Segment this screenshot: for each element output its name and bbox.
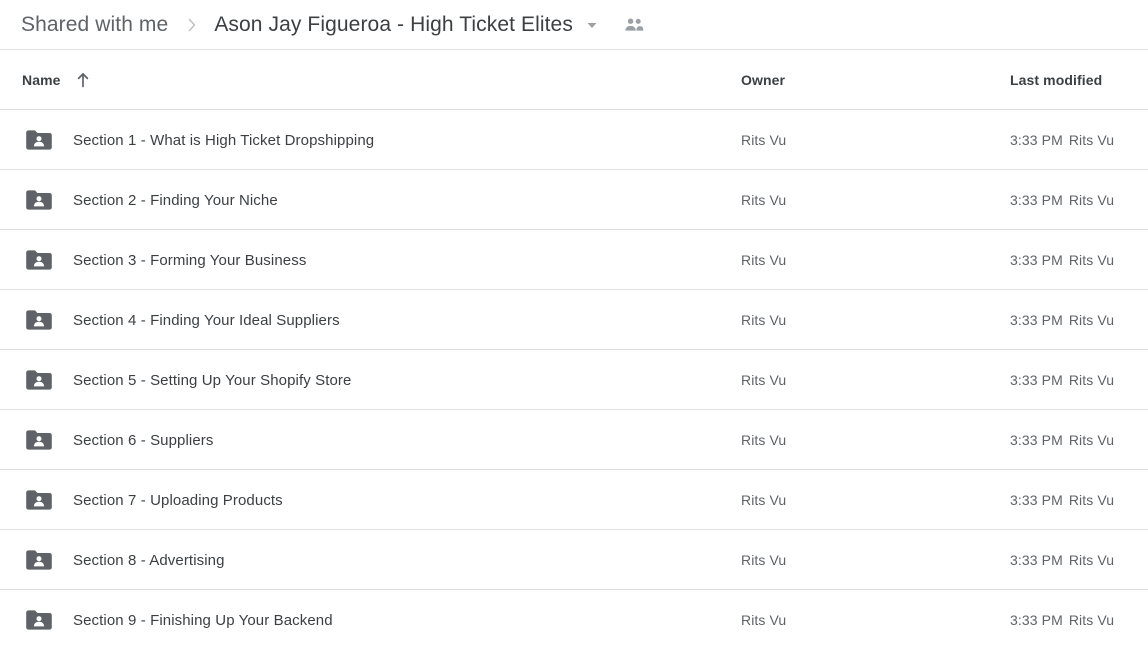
table-row[interactable]: Section 3 - Forming Your Business Rits V… bbox=[0, 230, 1148, 290]
file-last-modified: 3:33 PM Rits Vu bbox=[1010, 290, 1114, 350]
file-name[interactable]: Section 9 - Finishing Up Your Backend bbox=[73, 590, 333, 650]
file-modified-time: 3:33 PM bbox=[1010, 372, 1063, 388]
file-last-modified: 3:33 PM Rits Vu bbox=[1010, 530, 1114, 590]
people-shared-icon[interactable] bbox=[623, 16, 645, 34]
table-row[interactable]: Section 5 - Setting Up Your Shopify Stor… bbox=[0, 350, 1148, 410]
file-name[interactable]: Section 1 - What is High Ticket Dropship… bbox=[73, 110, 374, 170]
file-owner: Rits Vu bbox=[741, 372, 787, 388]
table-column-headers: Name Owner Last modified bbox=[0, 50, 1148, 110]
file-modified-by: Rits Vu bbox=[1068, 432, 1115, 448]
column-header-last-modified[interactable]: Last modified bbox=[1010, 50, 1102, 110]
file-last-modified: 3:33 PM Rits Vu bbox=[1010, 350, 1114, 410]
file-owner: Rits Vu bbox=[741, 492, 787, 508]
file-modified-by: Rits Vu bbox=[1068, 192, 1115, 208]
file-modified-time: 3:33 PM bbox=[1010, 612, 1063, 628]
file-owner: Rits Vu bbox=[741, 132, 787, 148]
file-modified-time: 3:33 PM bbox=[1010, 252, 1063, 268]
breadcrumb: Shared with me Ason Jay Figueroa - High … bbox=[0, 0, 1148, 50]
shared-folder-icon bbox=[24, 410, 54, 470]
table-row[interactable]: Section 9 - Finishing Up Your Backend Ri… bbox=[0, 590, 1148, 650]
file-owner: Rits Vu bbox=[741, 252, 787, 268]
file-name[interactable]: Section 3 - Forming Your Business bbox=[73, 230, 306, 290]
column-header-name-label: Name bbox=[22, 72, 61, 88]
table-row[interactable]: Section 7 - Uploading Products Rits Vu 3… bbox=[0, 470, 1148, 530]
table-row[interactable]: Section 1 - What is High Ticket Dropship… bbox=[0, 110, 1148, 170]
file-owner: Rits Vu bbox=[741, 612, 787, 628]
file-last-modified: 3:33 PM Rits Vu bbox=[1010, 230, 1114, 290]
table-row[interactable]: Section 2 - Finding Your Niche Rits Vu 3… bbox=[0, 170, 1148, 230]
file-name[interactable]: Section 4 - Finding Your Ideal Suppliers bbox=[73, 290, 340, 350]
file-modified-by: Rits Vu bbox=[1068, 492, 1115, 508]
shared-folder-icon bbox=[24, 170, 54, 230]
column-header-owner[interactable]: Owner bbox=[741, 50, 785, 110]
shared-folder-icon bbox=[24, 590, 54, 650]
file-modified-time: 3:33 PM bbox=[1010, 492, 1063, 508]
file-modified-by: Rits Vu bbox=[1068, 252, 1115, 268]
file-name[interactable]: Section 8 - Advertising bbox=[73, 530, 225, 590]
file-modified-time: 3:33 PM bbox=[1010, 192, 1063, 208]
shared-folder-icon bbox=[24, 530, 54, 590]
file-name[interactable]: Section 7 - Uploading Products bbox=[73, 470, 283, 530]
file-modified-by: Rits Vu bbox=[1068, 312, 1115, 328]
chevron-down-icon[interactable] bbox=[585, 18, 599, 32]
file-last-modified: 3:33 PM Rits Vu bbox=[1010, 470, 1114, 530]
file-modified-time: 3:33 PM bbox=[1010, 312, 1063, 328]
file-name[interactable]: Section 2 - Finding Your Niche bbox=[73, 170, 278, 230]
shared-folder-icon bbox=[24, 350, 54, 410]
file-modified-by: Rits Vu bbox=[1068, 372, 1115, 388]
column-header-last-modified-label: Last modified bbox=[1010, 72, 1103, 88]
file-modified-time: 3:33 PM bbox=[1010, 432, 1063, 448]
file-modified-by: Rits Vu bbox=[1068, 552, 1115, 568]
table-row[interactable]: Section 4 - Finding Your Ideal Suppliers… bbox=[0, 290, 1148, 350]
file-owner: Rits Vu bbox=[741, 552, 787, 568]
table-row[interactable]: Section 8 - Advertising Rits Vu 3:33 PM … bbox=[0, 530, 1148, 590]
shared-folder-icon bbox=[24, 290, 54, 350]
shared-folder-icon bbox=[24, 110, 54, 170]
file-owner: Rits Vu bbox=[741, 432, 787, 448]
file-modified-by: Rits Vu bbox=[1068, 132, 1115, 148]
chevron-right-icon bbox=[184, 17, 200, 33]
column-header-owner-label: Owner bbox=[741, 72, 786, 88]
shared-folder-icon bbox=[24, 470, 54, 530]
file-owner: Rits Vu bbox=[741, 192, 787, 208]
breadcrumb-parent-shared-with-me[interactable]: Shared with me bbox=[21, 13, 168, 37]
file-modified-by: Rits Vu bbox=[1068, 612, 1115, 628]
file-last-modified: 3:33 PM Rits Vu bbox=[1010, 590, 1114, 650]
column-header-name[interactable]: Name bbox=[22, 50, 91, 110]
file-last-modified: 3:33 PM Rits Vu bbox=[1010, 410, 1114, 470]
file-name[interactable]: Section 5 - Setting Up Your Shopify Stor… bbox=[73, 350, 351, 410]
file-modified-time: 3:33 PM bbox=[1010, 132, 1063, 148]
breadcrumb-current-folder[interactable]: Ason Jay Figueroa - High Ticket Elites bbox=[214, 13, 573, 37]
arrow-up-icon[interactable] bbox=[75, 71, 91, 89]
file-name[interactable]: Section 6 - Suppliers bbox=[73, 410, 214, 470]
table-row[interactable]: Section 6 - Suppliers Rits Vu 3:33 PM Ri… bbox=[0, 410, 1148, 470]
shared-folder-icon bbox=[24, 230, 54, 290]
file-list: Section 1 - What is High Ticket Dropship… bbox=[0, 110, 1148, 650]
file-last-modified: 3:33 PM Rits Vu bbox=[1010, 110, 1114, 170]
file-modified-time: 3:33 PM bbox=[1010, 552, 1063, 568]
file-owner: Rits Vu bbox=[741, 312, 787, 328]
file-last-modified: 3:33 PM Rits Vu bbox=[1010, 170, 1114, 230]
